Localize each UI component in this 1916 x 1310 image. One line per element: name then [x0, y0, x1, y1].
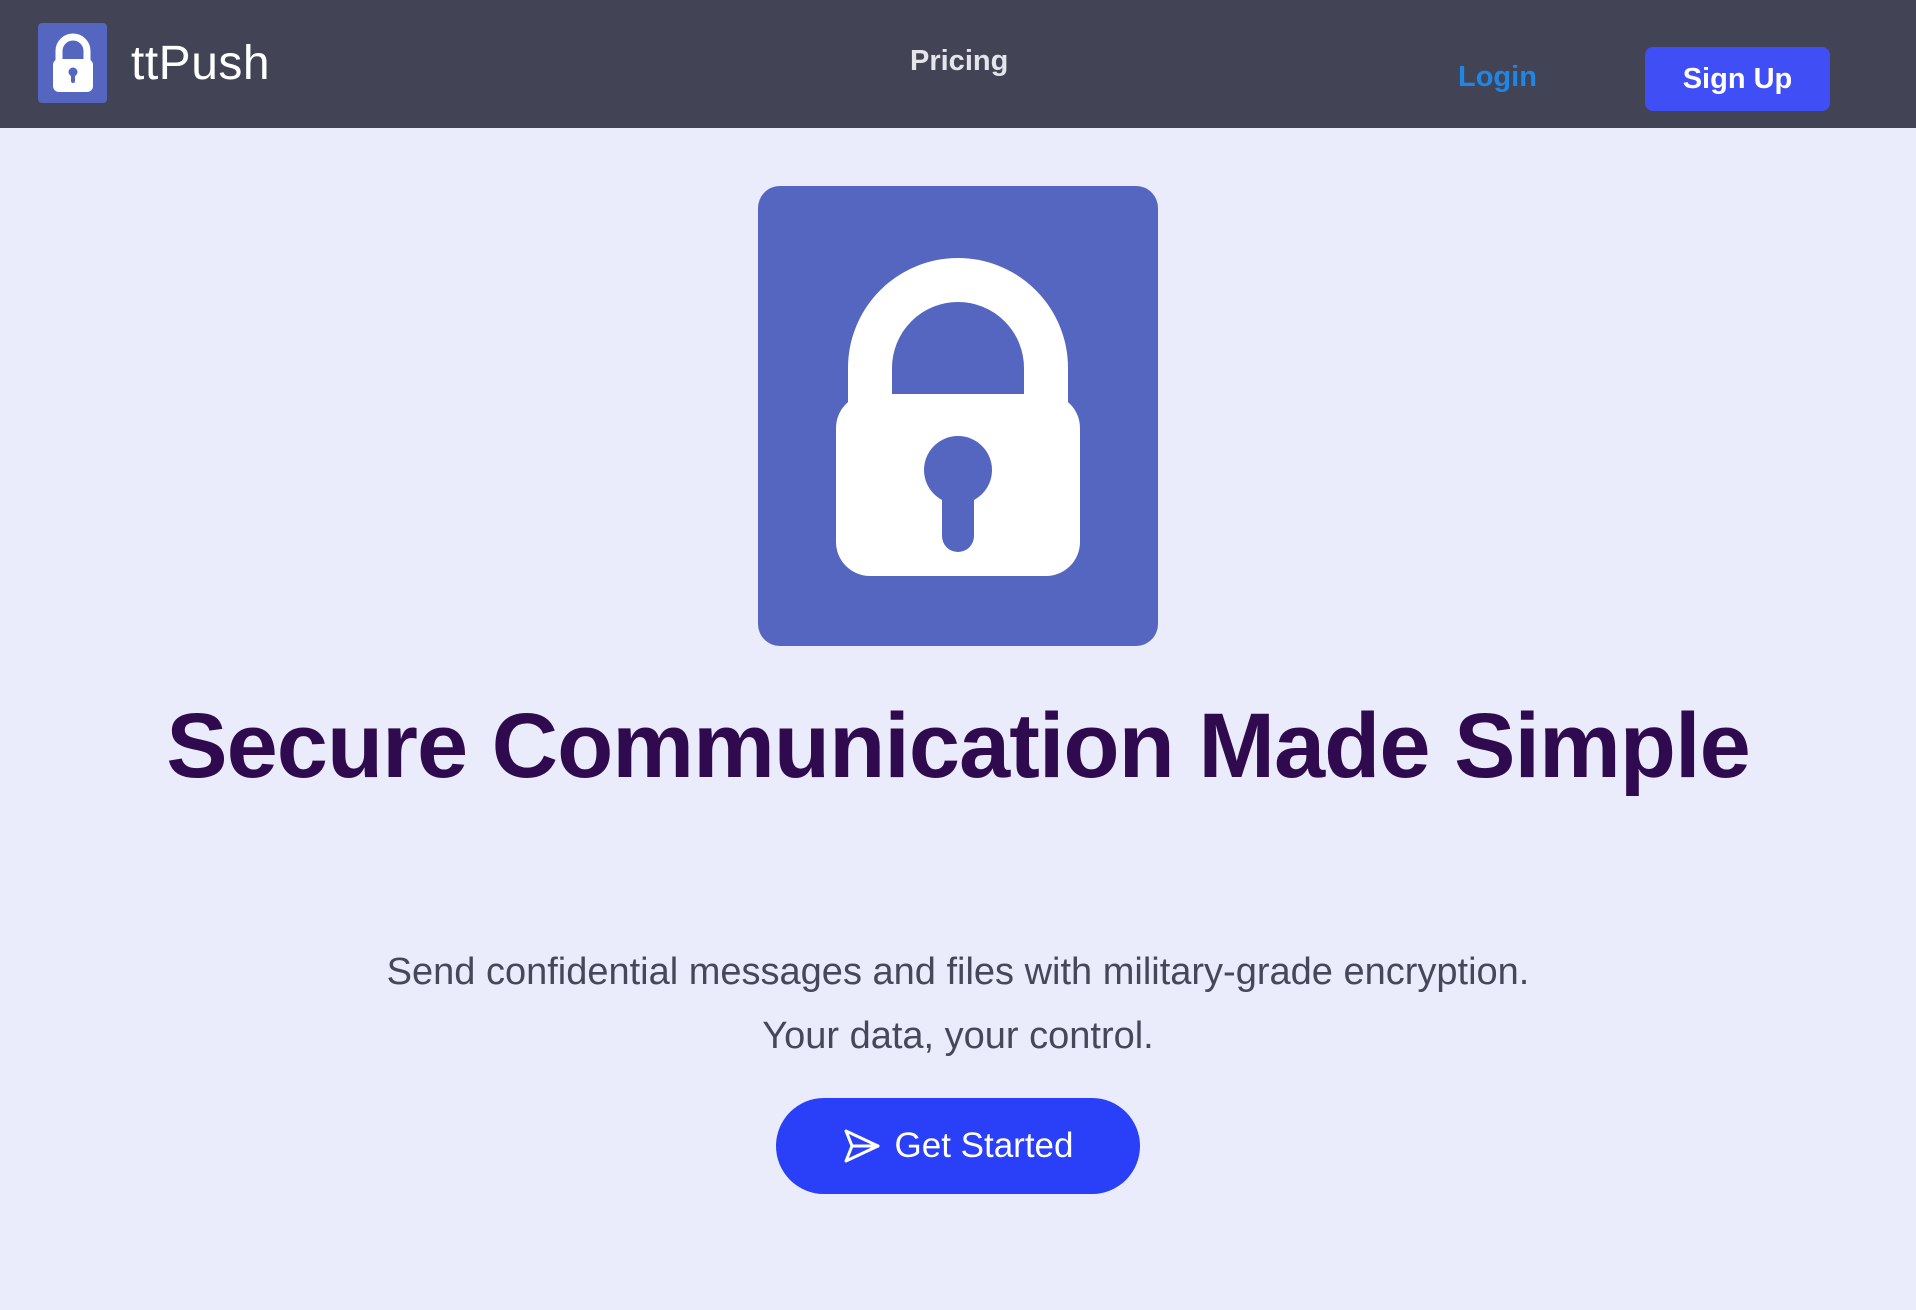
- brand-link[interactable]: ttPush: [38, 23, 270, 103]
- signup-button[interactable]: Sign Up: [1645, 47, 1830, 111]
- lock-icon: [52, 33, 93, 92]
- hero-subtitle-line-1: Send confidential messages and files wit…: [386, 951, 1530, 993]
- nav-pricing-link[interactable]: Pricing: [910, 45, 1008, 78]
- hero-logo: [758, 186, 1158, 646]
- brand-name: ttPush: [131, 36, 271, 90]
- get-started-label: Get Started: [894, 1126, 1074, 1165]
- hero-subtitle-line-2: Your data, your control.: [762, 1015, 1154, 1057]
- brand-logo: [38, 23, 107, 103]
- send-icon: [844, 1129, 879, 1163]
- lock-icon: [836, 258, 1080, 576]
- navbar: ttPush Pricing Login Sign Up: [0, 0, 1916, 128]
- hero-title: Secure Communication Made Simple: [166, 695, 1750, 797]
- nav-login-link[interactable]: Login: [1458, 61, 1537, 94]
- get-started-button[interactable]: Get Started: [776, 1098, 1140, 1194]
- hero-subtitle: Send confidential messages and files wit…: [208, 940, 1708, 1068]
